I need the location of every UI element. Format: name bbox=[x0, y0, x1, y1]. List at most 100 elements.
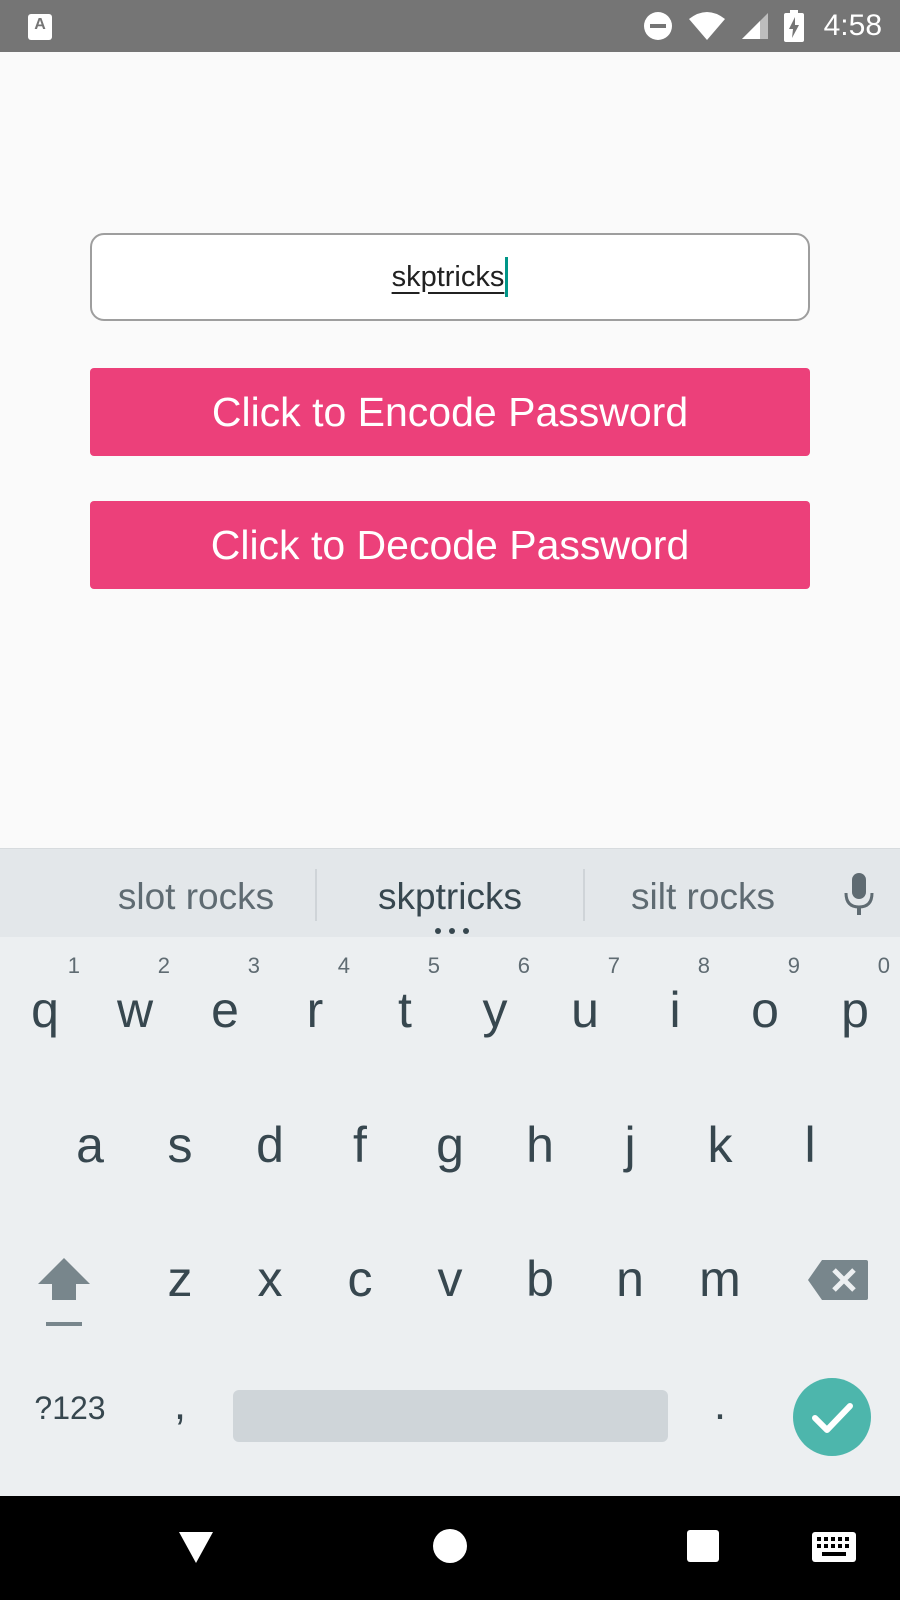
key-label: s bbox=[167, 1117, 193, 1173]
shift-key[interactable] bbox=[22, 1250, 106, 1340]
encode-password-button[interactable]: Click to Encode Password bbox=[90, 368, 810, 456]
done-key[interactable] bbox=[793, 1378, 871, 1456]
key-u[interactable]: 7u bbox=[540, 935, 630, 1055]
check-icon bbox=[812, 1403, 853, 1433]
key-label: o bbox=[751, 982, 779, 1038]
key-label: k bbox=[707, 1117, 733, 1173]
key-label: h bbox=[526, 1117, 554, 1173]
suggestion-left[interactable]: slot rocks bbox=[78, 849, 314, 937]
key-f[interactable]: f bbox=[315, 1070, 405, 1190]
key-label: m bbox=[699, 1251, 741, 1307]
key-label: z bbox=[167, 1251, 193, 1307]
more-suggestions-icon[interactable] bbox=[434, 927, 470, 935]
key-v[interactable]: v bbox=[405, 1204, 495, 1324]
status-time: 4:58 bbox=[823, 9, 882, 42]
text-cursor bbox=[505, 257, 509, 297]
key-label: y bbox=[482, 982, 508, 1038]
key-s[interactable]: s bbox=[135, 1070, 225, 1190]
key-i[interactable]: 8i bbox=[630, 935, 720, 1055]
key-h[interactable]: h bbox=[495, 1070, 585, 1190]
encode-button-label: Click to Encode Password bbox=[211, 388, 689, 435]
status-icons: 4:58 bbox=[642, 0, 882, 52]
key-label: e bbox=[211, 982, 239, 1038]
mic-icon[interactable] bbox=[842, 873, 876, 917]
key-c[interactable]: c bbox=[315, 1204, 405, 1324]
key-hint: 2 bbox=[157, 953, 170, 978]
comma-key[interactable]: , bbox=[160, 1380, 200, 1440]
key-e[interactable]: 3e bbox=[180, 935, 270, 1055]
key-hint: 0 bbox=[877, 953, 890, 978]
key-label: g bbox=[436, 1117, 464, 1173]
key-t[interactable]: 5t bbox=[360, 935, 450, 1055]
key-label: d bbox=[256, 1117, 284, 1173]
decode-password-button[interactable]: Click to Decode Password bbox=[90, 501, 810, 589]
key-z[interactable]: z bbox=[135, 1204, 225, 1324]
backspace-icon bbox=[808, 1260, 868, 1300]
key-label: t bbox=[398, 982, 412, 1038]
key-q[interactable]: 1q bbox=[0, 935, 90, 1055]
key-p[interactable]: 0p bbox=[810, 935, 900, 1055]
battery-charging-icon bbox=[783, 10, 804, 42]
key-hint: 3 bbox=[247, 953, 260, 978]
key-x[interactable]: x bbox=[225, 1204, 315, 1324]
key-label: q bbox=[31, 982, 59, 1038]
key-label: u bbox=[571, 982, 599, 1038]
key-label: r bbox=[306, 982, 324, 1038]
key-label: c bbox=[347, 1251, 373, 1307]
key-g[interactable]: g bbox=[405, 1070, 495, 1190]
key-hint: 6 bbox=[517, 953, 530, 978]
key-w[interactable]: 2w bbox=[90, 935, 180, 1055]
suggestion-divider bbox=[315, 869, 317, 921]
key-label: j bbox=[624, 1117, 636, 1173]
key-hint: 5 bbox=[427, 953, 440, 978]
key-n[interactable]: n bbox=[585, 1204, 675, 1324]
key-b[interactable]: b bbox=[495, 1204, 585, 1324]
password-input-value: skptricks bbox=[391, 260, 505, 293]
key-hint: 1 bbox=[67, 953, 80, 978]
home-icon[interactable] bbox=[432, 1528, 468, 1564]
key-a[interactable]: a bbox=[45, 1070, 135, 1190]
key-hint: 9 bbox=[787, 953, 800, 978]
navigation-bar bbox=[0, 1496, 900, 1600]
key-k[interactable]: k bbox=[675, 1070, 765, 1190]
key-o[interactable]: 9o bbox=[720, 935, 810, 1055]
back-icon[interactable] bbox=[178, 1530, 214, 1564]
key-hint: 7 bbox=[607, 953, 620, 978]
key-label: n bbox=[616, 1251, 644, 1307]
suggestion-center[interactable]: skptricks bbox=[318, 849, 582, 937]
symbols-key[interactable]: ?123 bbox=[20, 1390, 120, 1440]
app-notification-icon: A bbox=[28, 14, 52, 40]
key-j[interactable]: j bbox=[585, 1070, 675, 1190]
key-label: p bbox=[841, 982, 869, 1038]
status-bar: A 4:58 bbox=[0, 0, 900, 52]
key-label: i bbox=[669, 982, 681, 1038]
key-label: w bbox=[116, 982, 154, 1038]
key-l[interactable]: l bbox=[765, 1070, 855, 1190]
decode-button-label: Click to Decode Password bbox=[210, 521, 690, 568]
password-input[interactable]: skptricks bbox=[90, 233, 810, 321]
key-d[interactable]: d bbox=[225, 1070, 315, 1190]
keyboard-switch-icon[interactable] bbox=[812, 1532, 856, 1562]
space-bar[interactable] bbox=[233, 1390, 668, 1442]
backspace-key[interactable] bbox=[806, 1258, 870, 1302]
suggestion-bar: slot rocks skptricks silt rocks bbox=[0, 848, 900, 937]
key-r[interactable]: 4r bbox=[270, 935, 360, 1055]
wifi-icon bbox=[688, 12, 725, 40]
key-label: l bbox=[804, 1117, 816, 1173]
suggestion-right[interactable]: silt rocks bbox=[585, 849, 821, 937]
period-key[interactable]: . bbox=[700, 1380, 740, 1440]
key-hint: 4 bbox=[337, 953, 350, 978]
do-not-disturb-icon bbox=[643, 12, 672, 40]
key-label: v bbox=[437, 1251, 463, 1307]
recents-icon[interactable] bbox=[687, 1530, 719, 1562]
key-label: x bbox=[257, 1251, 283, 1307]
key-label: f bbox=[353, 1117, 367, 1173]
key-y[interactable]: 6y bbox=[450, 935, 540, 1055]
key-label: a bbox=[76, 1117, 104, 1173]
key-label: b bbox=[526, 1251, 554, 1307]
key-hint: 8 bbox=[697, 953, 710, 978]
shift-icon bbox=[38, 1258, 90, 1326]
signal-icon bbox=[741, 13, 768, 39]
app-content: skptricks Click to Encode Password Click… bbox=[0, 52, 900, 848]
key-m[interactable]: m bbox=[675, 1204, 765, 1324]
